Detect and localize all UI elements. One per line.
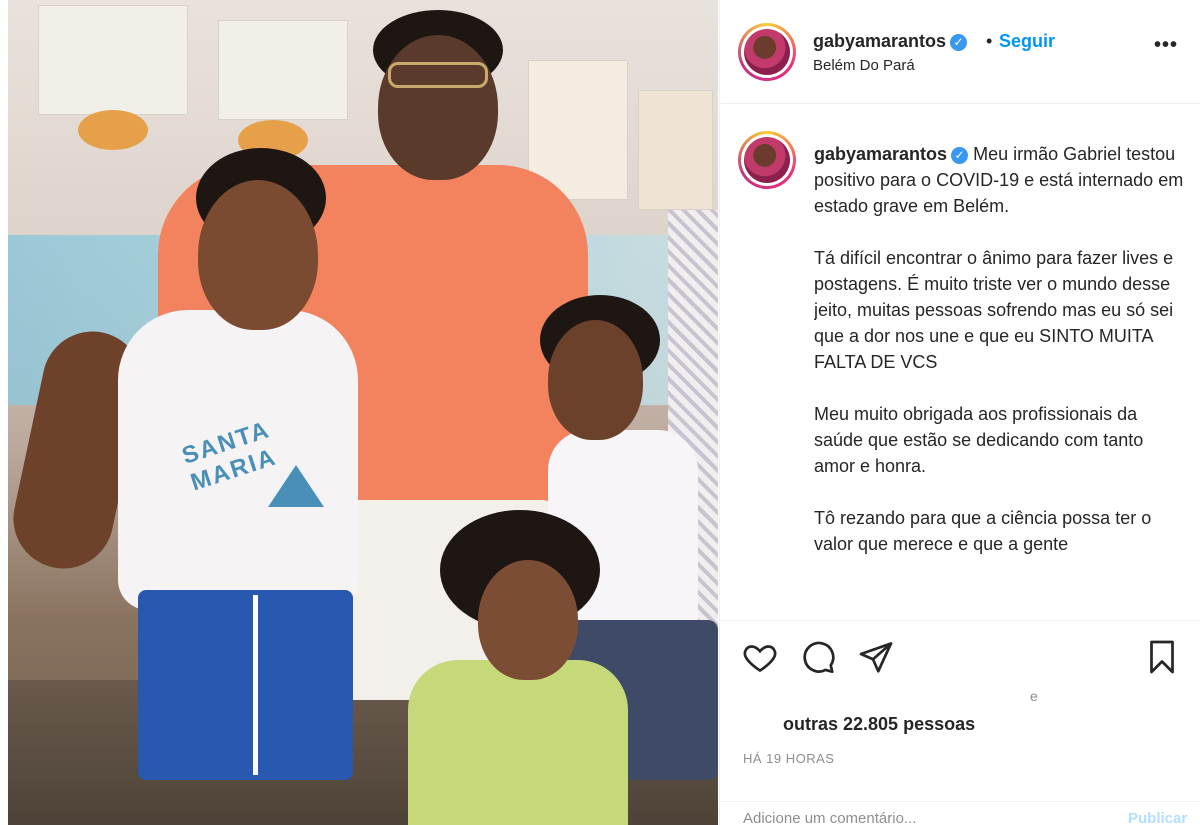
shirt-logo — [268, 465, 324, 507]
username-link[interactable]: gabyamarantos ✓ — [813, 31, 968, 52]
post-header: gabyamarantos ✓ • Seguir Belém Do Pará ••… — [720, 0, 1200, 104]
username-text[interactable]: gabyamarantos — [813, 31, 946, 51]
avatar-ring — [741, 134, 793, 186]
avatar-image — [744, 137, 790, 183]
father-glasses — [388, 62, 488, 88]
caption-avatar[interactable] — [738, 131, 796, 189]
post-sidebar: gabyamarantos ✓ • Seguir Belém Do Pará ••… — [719, 0, 1200, 825]
wall-poster — [38, 5, 188, 115]
follow-button[interactable]: Seguir — [999, 31, 1055, 52]
avatar[interactable] — [738, 23, 796, 81]
location-link[interactable]: Belém Do Pará — [813, 57, 915, 74]
caption-paragraph: Meu muito obrigada aos profissionais da … — [814, 404, 1144, 476]
separator-dot: • — [986, 31, 993, 51]
comment-input[interactable]: Adicione um comentário... — [743, 810, 916, 825]
likes-avatars-blurred: e — [740, 688, 1040, 706]
avatar-image — [744, 29, 790, 75]
small-girl-head — [478, 560, 578, 680]
comment-row: Adicione um comentário... Publicar — [720, 801, 1200, 825]
post-photo[interactable]: SANTA MARIA — [8, 0, 718, 825]
father-head — [378, 35, 498, 180]
avatar-ring — [741, 26, 793, 78]
post-timestamp[interactable]: HÁ 19 HORAS — [743, 751, 834, 766]
likes-count-link[interactable]: outras 22.805 pessoas — [783, 714, 975, 735]
wall-decoration — [78, 110, 148, 150]
comment-icon[interactable] — [800, 639, 836, 675]
caption-paragraph: Tá difícil encontrar o ânimo para fazer … — [814, 248, 1174, 372]
small-girl-dress — [408, 660, 628, 825]
action-bar: e outras 22.805 pessoas HÁ 19 HORAS Adic… — [720, 620, 1200, 825]
post-caption: gabyamarantos ✓ Meu irmão Gabriel testou … — [814, 141, 1184, 623]
verified-icon: ✓ — [951, 147, 969, 164]
caption-paragraph: gabyamarantos ✓ Meu irmão Gabriel testou … — [814, 141, 1184, 219]
caption-paragraph: Tô rezando para que a ciência possa ter … — [814, 508, 1152, 554]
more-icon[interactable]: ••• — [1154, 34, 1178, 57]
caption-username[interactable]: gabyamarantos — [814, 144, 947, 164]
publish-button[interactable]: Publicar — [1128, 810, 1187, 825]
boy-head — [198, 180, 318, 330]
verified-icon: ✓ — [950, 34, 968, 51]
boy-shorts — [138, 590, 353, 780]
likes-tail: e — [1030, 688, 1038, 704]
heart-icon[interactable] — [742, 639, 778, 675]
girl-head — [548, 320, 643, 440]
bookmark-icon[interactable] — [1144, 639, 1180, 675]
wall-poster — [218, 20, 348, 120]
wall-poster — [638, 90, 713, 210]
shorts-stripe — [253, 595, 258, 775]
share-icon[interactable] — [858, 639, 894, 675]
